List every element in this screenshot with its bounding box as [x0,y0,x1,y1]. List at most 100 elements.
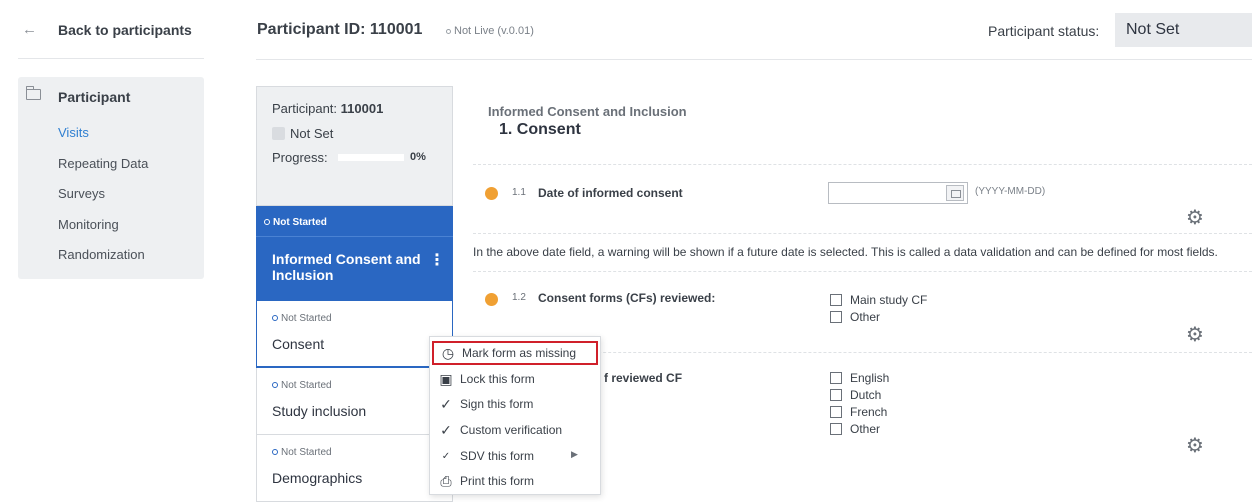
menu-item-label: Sign this form [460,397,534,411]
summary-participant-id: 110001 [340,101,384,116]
option-label: Main study CF [850,293,928,307]
status-dot-icon [446,28,451,34]
form-status-badge: Not Started [272,313,332,324]
option-label: French [850,405,888,419]
status-circle-icon [272,315,278,321]
nav-item-repeating-data[interactable]: Repeating Data [58,156,148,187]
form-title: 1. Consent [499,121,581,138]
nav-item-monitoring[interactable]: Monitoring [58,217,148,248]
check-circle-icon: ✓ [440,395,452,412]
menu-item-label: Lock this form [460,372,535,386]
printer-icon: ⎙ [440,472,452,489]
menu-item-lock-form[interactable]: ▣ Lock this form [432,367,598,391]
menu-item-custom-verification[interactable]: ✓ Custom verification [432,418,598,442]
menu-item-sdv-form[interactable]: ✓ SDV this form ▶ [432,444,598,468]
summary-status: Not Set [290,126,334,141]
menu-item-print-form[interactable]: ⎙ Print this form [432,469,598,493]
checkbox-french[interactable]: French [830,405,887,419]
summary-participant-label: Participant: [272,101,341,116]
nav-item-surveys[interactable]: Surveys [58,186,148,217]
gear-icon[interactable]: ⚙ [1186,322,1204,347]
status-circle-icon [272,382,278,388]
checkbox-icon [830,406,842,418]
live-status-text: Not Live (v.0.01) [454,25,534,37]
checkbox-icon [830,423,842,435]
checkbox-icon [830,294,842,306]
page-title: Participant ID: 110001 [257,21,423,38]
nav-item-visits[interactable]: Visits [58,125,148,156]
form-list-item-consent[interactable]: Not Started Consent [256,301,453,368]
summary-progress-label: Progress: [272,150,328,165]
menu-item-sign-form[interactable]: ✓ Sign this form [432,392,598,416]
required-indicator-icon [485,187,498,200]
summary-participant-row: Participant: 110001 [272,101,383,116]
page-header: Participant ID: 110001 Not Live (v.0.01)… [220,0,1252,60]
checkbox-english[interactable]: English [830,371,889,385]
progress-bar [338,154,404,161]
nav-item-randomization[interactable]: Randomization [58,247,148,278]
question-label: f reviewed CF [604,371,683,385]
status-checkbox-icon [272,127,285,140]
checkbox-other-cf[interactable]: Other [830,310,880,324]
participant-status-select[interactable]: Not Set [1115,13,1252,47]
date-format-hint: (YYYY-MM-DD) [975,186,1046,197]
field-divider [473,233,1252,234]
checkbox-icon [830,311,842,323]
live-status: Not Live (v.0.01) [446,25,534,37]
back-link-label: Back to participants [58,21,192,38]
form-status-badge: Not Started [264,217,327,228]
form-name: Study inclusion [272,403,367,419]
check-circle-icon: ✓ [440,421,452,438]
form-list-item-demographics[interactable]: Not Started Demographics [256,435,453,502]
option-label: English [850,371,890,385]
nav-divider [18,58,204,59]
header-divider [256,59,1252,60]
field-divider [473,164,1252,165]
more-options-icon[interactable]: ⋮ [429,250,445,270]
question-label: Consent forms (CFs) reviewed: [538,291,716,305]
arrow-left-icon: ← [22,21,37,38]
participant-nav-panel: Participant Visits Repeating Data Survey… [18,77,204,279]
participant-status-label: Participant status: [988,23,1100,39]
option-label: Dutch [850,388,882,402]
form-name: Demographics [272,470,363,486]
checkbox-main-study-cf[interactable]: Main study CF [830,293,927,307]
form-list-item-study-inclusion[interactable]: Not Started Study inclusion [256,368,453,435]
question-number: 1.2 [512,292,526,303]
participant-section-title: Participant [58,89,131,105]
checkbox-icon [830,372,842,384]
checkbox-icon [830,389,842,401]
back-to-participants-link[interactable]: ← Back to participants [22,21,192,38]
gear-icon[interactable]: ⚙ [1186,205,1204,230]
menu-item-label: SDV this form [460,449,535,463]
lock-icon: ▣ [439,370,453,387]
sdv-icon: ✓ [441,450,451,462]
checkbox-dutch[interactable]: Dutch [830,388,881,402]
folder-icon [25,86,41,100]
required-indicator-icon [485,293,498,306]
form-context-menu: ◷ Mark form as missing ▣ Lock this form … [429,336,601,495]
progress-percent: 0% [410,151,426,163]
form-status-badge: Not Started [272,447,332,458]
clock-question-icon: ◷ [441,344,455,361]
summary-status-row: Not Set [272,126,333,141]
form-name: Informed Consent and Inclusion [272,251,421,283]
form-list-item-informed-consent[interactable]: Not Started Informed Consent and Inclusi… [256,206,453,301]
form-section-title: Informed Consent and Inclusion [488,104,687,119]
info-text: In the above date field, a warning will … [473,245,1218,259]
form-status-badge: Not Started [272,380,332,391]
participant-summary: Participant: 110001 Not Set Progress: 0% [256,86,453,206]
card-divider [256,236,453,237]
form-status-text: Not Started [281,380,332,391]
gear-icon[interactable]: ⚙ [1186,433,1204,458]
checkbox-other-language[interactable]: Other [830,422,880,436]
form-status-text: Not Started [273,217,327,228]
menu-item-mark-missing[interactable]: ◷ Mark form as missing [432,341,598,365]
question-number: 1.1 [512,187,526,198]
participant-nav-list: Visits Repeating Data Surveys Monitoring… [58,125,148,278]
calendar-icon[interactable] [946,185,964,201]
status-circle-icon [264,219,270,225]
menu-item-label: Print this form [460,474,535,488]
field-divider [473,271,1252,272]
menu-item-label: Custom verification [460,423,563,437]
